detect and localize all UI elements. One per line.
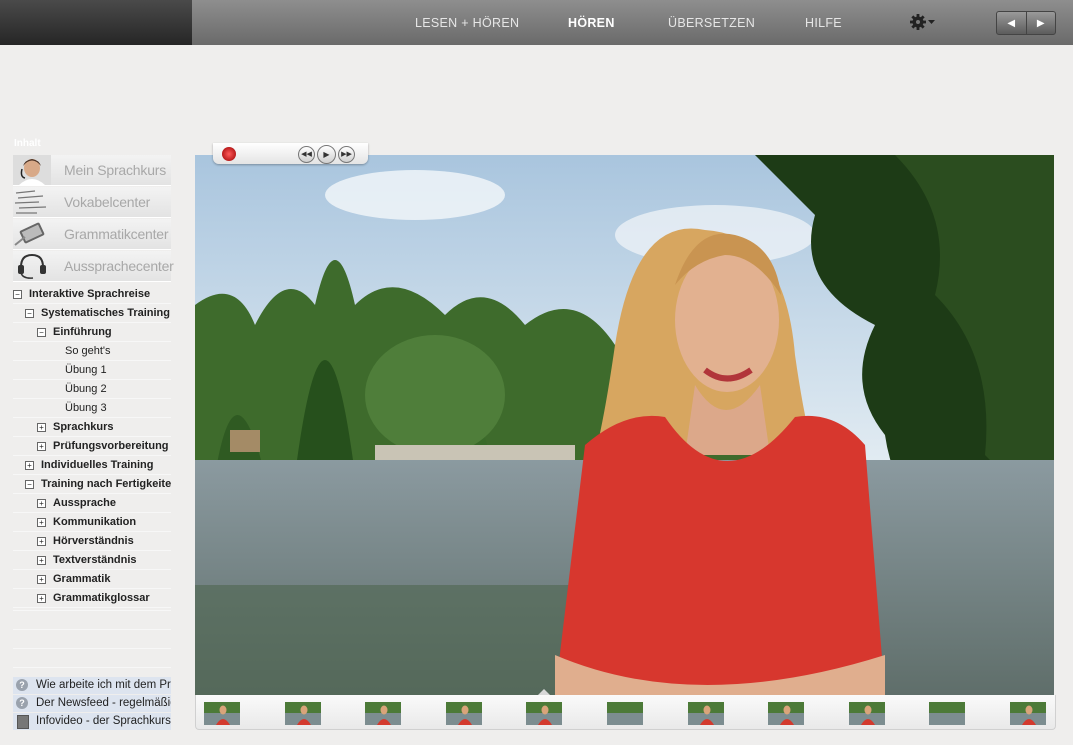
player-controls: ◀◀ ▶ ▶▶ [213,143,368,164]
question-icon: ? [16,697,28,709]
menu-vokabelcenter[interactable]: Vokabelcenter [13,187,171,218]
film-icon [17,715,29,729]
video-thumbnail[interactable] [365,702,402,725]
tree-item[interactable]: Übung 1 [13,361,171,380]
help-link-label: Der Newsfeed - regelmäßig [36,697,171,709]
tree-item[interactable]: + Individuelles Training [13,456,171,475]
tree-item[interactable]: + Grammatik [13,570,171,589]
expand-icon[interactable]: + [37,556,46,565]
expand-icon[interactable]: + [37,442,46,451]
tree-item-label: Kommunikation [53,516,137,528]
video-frame [195,155,1054,695]
video-thumbnail[interactable] [607,702,643,725]
page-navigation: ◀ ▶ [996,11,1056,35]
video-thumbnail[interactable] [1010,702,1046,725]
help-link-label: Infovideo - der Sprachkurs [36,715,171,727]
collapse-icon[interactable]: − [13,290,22,299]
play-icon[interactable]: ▶ [317,145,336,164]
sidebar-title: Inhalt [14,138,41,149]
video-thumbnail[interactable] [526,702,563,725]
tree-item-label: Übung 2 [65,383,107,395]
collapse-icon[interactable]: − [25,309,34,318]
vocabulary-icon [13,187,51,217]
help-link-newsfeed[interactable]: ? Der Newsfeed - regelmäßig [13,695,171,712]
video-thumbnail[interactable] [204,702,240,725]
headset-icon [13,251,51,281]
tree-item[interactable]: + Textverständnis [13,551,171,570]
thumbnail-strip [195,689,1056,730]
nav-item-übersetzen[interactable]: ÜBERSETZEN [668,16,755,30]
menu-mein-sprachkurs[interactable]: Mein Sprachkurs [13,155,171,186]
tree-item-label: Grammatik [53,573,111,585]
question-icon: ? [16,679,28,691]
tree-item-label: Systematisches Training [41,307,170,319]
help-link-label: Wie arbeite ich mit dem Programm [36,679,171,691]
tree-item-label: Prüfungsvorbereitung [53,440,169,452]
tree-item-label: Individuelles Training [41,459,154,471]
record-icon[interactable] [222,147,236,161]
expand-icon[interactable]: + [25,461,34,470]
tree-item[interactable]: − Einführung [13,323,171,342]
tree-item[interactable]: − Interaktive Sprachreise [13,285,171,304]
tree-empty-area [13,592,171,668]
expand-icon[interactable]: + [37,575,46,584]
tree-item-label: Training nach Fertigkeiten [41,478,171,490]
logo-area [0,0,192,45]
menu-label: Grammatikcenter [64,226,169,242]
tree-item-label: Aussprache [53,497,116,509]
menu-label: Vokabelcenter [64,194,151,210]
rewind-icon[interactable]: ◀◀ [298,146,315,163]
nav-item-lesen-hören[interactable]: LESEN + HÖREN [415,16,519,30]
expand-icon[interactable]: + [37,518,46,527]
tree-item[interactable]: − Systematisches Training [13,304,171,323]
menu-label: Aussprachecenter [64,258,174,274]
tree-item-label: Interaktive Sprachreise [29,288,151,300]
expand-icon[interactable]: + [37,537,46,546]
tree-item-label: Sprachkurs [53,421,114,433]
video-player[interactable] [195,155,1054,695]
tree-item[interactable]: + Prüfungsvorbereitung [13,437,171,456]
tablet-icon [13,219,51,249]
tree-item-label: Übung 3 [65,402,107,414]
avatar-icon [13,155,51,185]
tree-item[interactable]: Übung 2 [13,380,171,399]
tree-item-label: Einführung [53,326,112,338]
menu-aussprachecenter[interactable]: Aussprachecenter [13,251,174,282]
tree-item-label: Übung 1 [65,364,107,376]
help-link-arbeiten[interactable]: ? Wie arbeite ich mit dem Programm [13,677,171,694]
nav-item-hören[interactable]: HÖREN [568,16,615,30]
top-bar: LESEN + HÖREN HÖREN ÜBERSETZEN HILFE ◀ ▶ [0,0,1073,45]
video-thumbnail[interactable] [687,702,724,725]
tree-item[interactable]: − Training nach Fertigkeiten [13,475,171,494]
fast-forward-icon[interactable]: ▶▶ [338,146,355,163]
menu-label: Mein Sprachkurs [64,162,167,178]
tree-item[interactable]: + Kommunikation [13,513,171,532]
nav-item-hilfe[interactable]: HILFE [805,16,842,30]
video-thumbnail[interactable] [445,702,482,725]
tree-item[interactable]: + Sprachkurs [13,418,171,437]
video-thumbnail[interactable] [284,702,321,725]
collapse-icon[interactable]: − [37,328,46,337]
menu-grammatikcenter[interactable]: Grammatikcenter [13,219,171,250]
video-thumbnail[interactable] [768,702,805,725]
collapse-icon[interactable]: − [25,480,34,489]
help-link-infovideo[interactable]: Infovideo - der Sprachkurs [13,713,171,730]
expand-icon[interactable]: + [37,423,46,432]
tree-item[interactable]: Übung 3 [13,399,171,418]
course-tree: − Interaktive Sprachreise − Systematisches … [13,285,171,608]
triangle-left-icon[interactable]: ◀ [997,12,1027,34]
triangle-right-icon[interactable]: ▶ [1027,12,1056,34]
video-thumbnail[interactable] [929,702,966,725]
tree-item-label: Textverständnis [53,554,137,566]
video-thumbnail[interactable] [848,702,885,725]
tree-item-label: So geht's [65,345,111,357]
expand-icon[interactable]: + [37,499,46,508]
tree-item[interactable]: + Hörverständnis [13,532,171,551]
tree-item-label: Hörverständnis [53,535,134,547]
help-links: ? Wie arbeite ich mit dem Programm ? Der… [13,677,171,731]
active-thumbnail-marker [538,689,551,695]
tree-item[interactable]: So geht's [13,342,171,361]
gear-icon[interactable] [908,11,938,33]
tree-item[interactable]: + Aussprache [13,494,171,513]
